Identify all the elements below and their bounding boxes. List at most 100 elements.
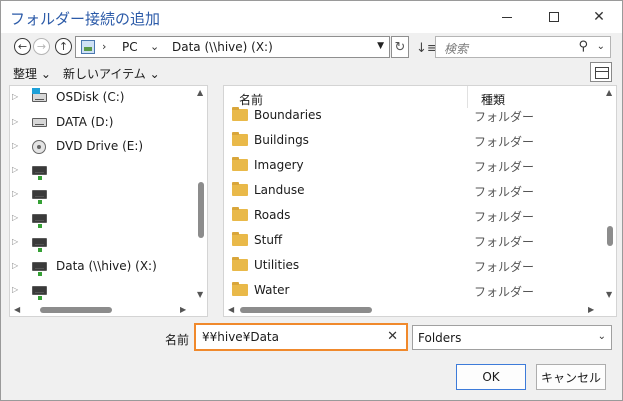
organize-menu[interactable]: 整理 ⌄ xyxy=(13,65,51,82)
type-filter-value: Folders xyxy=(418,331,462,345)
network-drive-icon xyxy=(32,286,47,300)
scroll-left-icon[interactable]: ◀ xyxy=(14,305,20,314)
folder-connection-dialog: フォルダー接続の追加 ✕ ← → ↑ › PC ⌄ Data (\\hive) … xyxy=(0,0,623,401)
tree-hscroll-thumb[interactable] xyxy=(40,307,112,313)
file-name: Boundaries xyxy=(254,108,322,122)
file-row[interactable]: Boundaries フォルダー xyxy=(224,103,604,128)
tree-vertical-scrollbar[interactable]: ▲ ▼ xyxy=(195,86,207,302)
navigation-bar: ← → ↑ › PC ⌄ Data (\\hive) (X:) ▼ ↻ ↓≡ 検… xyxy=(1,33,622,61)
breadcrumb-drive[interactable]: Data (\\hive) (X:) xyxy=(172,40,273,54)
tree-item-network-3[interactable]: ▷ xyxy=(10,208,195,230)
new-item-menu[interactable]: 新しいアイテム ⌄ xyxy=(63,65,160,82)
expand-arrow-icon[interactable]: ▷ xyxy=(12,165,18,174)
search-icon[interactable]: ⚲ xyxy=(578,39,588,54)
up-button[interactable]: ↑ xyxy=(55,38,72,55)
file-row[interactable]: Landuse フォルダー xyxy=(224,178,604,203)
minimize-button[interactable] xyxy=(484,1,530,33)
scroll-down-icon[interactable]: ▼ xyxy=(606,290,612,299)
file-row[interactable]: Roads フォルダー xyxy=(224,203,604,228)
folder-icon xyxy=(232,132,248,146)
back-button[interactable]: ← xyxy=(14,38,31,55)
chevron-right-icon[interactable]: › xyxy=(102,40,106,53)
file-type: フォルダー xyxy=(474,185,535,199)
tree-item-network-4[interactable]: ▷ xyxy=(10,232,195,254)
scroll-right-icon[interactable]: ▶ xyxy=(180,305,186,314)
expand-arrow-icon[interactable]: ▷ xyxy=(12,261,18,270)
folder-icon xyxy=(232,257,248,271)
arrow-up-icon: ↑ xyxy=(58,40,69,53)
search-placeholder: 検索 xyxy=(444,42,469,56)
address-dropdown-icon[interactable]: ▼ xyxy=(377,41,384,51)
scroll-up-icon[interactable]: ▲ xyxy=(606,88,612,97)
file-name: Stuff xyxy=(254,233,283,247)
ok-button[interactable]: OK xyxy=(456,364,526,390)
expand-arrow-icon[interactable]: ▷ xyxy=(12,285,18,294)
file-name: Landuse xyxy=(254,183,305,197)
scroll-right-icon[interactable]: ▶ xyxy=(588,305,594,314)
tree-item-data-x[interactable]: ▷ Data (\\hive) (X:) xyxy=(10,256,195,278)
tree-item-network-1[interactable]: ▷ xyxy=(10,160,195,182)
tree-item-network-2[interactable]: ▷ xyxy=(10,184,195,206)
maximize-icon xyxy=(549,12,559,22)
tree-item-label: OSDisk (C:) xyxy=(56,90,125,104)
file-type: フォルダー xyxy=(474,210,535,224)
folder-icon xyxy=(232,282,248,296)
tree-item-osdisk[interactable]: ▷ OSDisk (C:) xyxy=(10,87,195,109)
file-type: フォルダー xyxy=(474,160,535,174)
forward-button[interactable]: → xyxy=(33,38,50,55)
name-input[interactable]: ¥¥hive¥Data ✕ xyxy=(194,323,408,351)
files-hscroll-thumb[interactable] xyxy=(240,307,372,313)
tree-horizontal-scrollbar[interactable]: ◀ ▶ xyxy=(10,303,207,316)
maximize-button[interactable] xyxy=(531,1,577,33)
expand-arrow-icon[interactable]: ▷ xyxy=(12,117,18,126)
file-type: フォルダー xyxy=(474,260,535,274)
close-button[interactable]: ✕ xyxy=(576,1,622,33)
tree-item-dvd[interactable]: ▷ DVD Drive (E:) xyxy=(10,136,195,158)
tree-item-data-d[interactable]: ▷ DATA (D:) xyxy=(10,112,195,134)
scroll-down-icon[interactable]: ▼ xyxy=(197,290,203,299)
chevron-down-icon[interactable]: ⌄ xyxy=(150,40,159,53)
os-drive-icon xyxy=(32,88,47,102)
navigation-tree: ▷ OSDisk (C:) ▷ DATA (D:) ▷ DVD Drive (E… xyxy=(9,85,208,317)
files-scroll-thumb[interactable] xyxy=(607,226,613,246)
expand-arrow-icon[interactable]: ▷ xyxy=(12,141,18,150)
breadcrumb-pc[interactable]: PC xyxy=(122,40,138,54)
drive-icon xyxy=(32,118,47,127)
expand-arrow-icon[interactable]: ▷ xyxy=(12,92,18,101)
refresh-icon: ↻ xyxy=(394,39,406,55)
tree-scroll-thumb[interactable] xyxy=(198,182,204,238)
expand-arrow-icon[interactable]: ▷ xyxy=(12,189,18,198)
arrow-left-icon: ← xyxy=(17,40,28,53)
name-input-value[interactable]: ¥¥hive¥Data xyxy=(202,330,279,344)
file-row[interactable]: Water フォルダー xyxy=(224,278,604,303)
search-input[interactable]: 検索 ⚲ ⌄ xyxy=(435,36,611,58)
expand-arrow-icon[interactable]: ▷ xyxy=(12,237,18,246)
file-row[interactable]: Utilities フォルダー xyxy=(224,253,604,278)
view-toggle-icon[interactable] xyxy=(590,62,612,82)
scroll-up-icon[interactable]: ▲ xyxy=(197,88,203,97)
files-horizontal-scrollbar[interactable]: ◀ ▶ xyxy=(224,303,616,316)
refresh-button[interactable]: ↻ xyxy=(391,36,409,58)
close-icon: ✕ xyxy=(593,9,605,25)
file-row[interactable]: Stuff フォルダー xyxy=(224,228,604,253)
file-row[interactable]: Imagery フォルダー xyxy=(224,153,604,178)
file-row[interactable]: Buildings フォルダー xyxy=(224,128,604,153)
clear-icon[interactable]: ✕ xyxy=(387,329,398,344)
pc-icon xyxy=(81,40,95,54)
file-name: Imagery xyxy=(254,158,304,172)
address-bar[interactable]: › PC ⌄ Data (\\hive) (X:) ▼ xyxy=(75,36,390,58)
file-type: フォルダー xyxy=(474,235,535,249)
tree-item-network-5[interactable]: ▷ xyxy=(10,280,195,302)
network-drive-icon xyxy=(32,190,47,204)
window-title: フォルダー接続の追加 xyxy=(10,10,161,28)
network-drive-icon xyxy=(32,214,47,228)
cancel-button[interactable]: キャンセル xyxy=(536,364,606,390)
scroll-left-icon[interactable]: ◀ xyxy=(228,305,234,314)
network-drive-icon xyxy=(32,238,47,252)
chevron-down-icon[interactable]: ⌄ xyxy=(598,331,606,342)
search-dropdown-icon[interactable]: ⌄ xyxy=(597,41,605,52)
type-filter-select[interactable]: Folders ⌄ xyxy=(412,325,612,350)
file-type: フォルダー xyxy=(474,135,535,149)
files-vertical-scrollbar[interactable]: ▲ ▼ xyxy=(604,86,616,302)
expand-arrow-icon[interactable]: ▷ xyxy=(12,213,18,222)
